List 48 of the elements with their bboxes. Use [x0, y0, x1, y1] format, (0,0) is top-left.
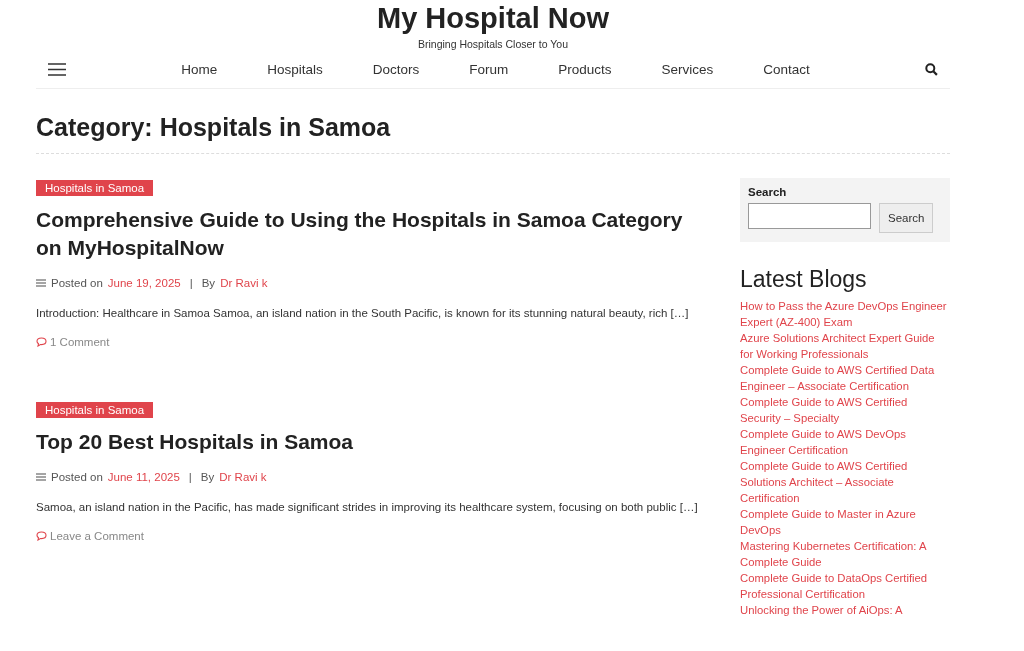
blog-link[interactable]: How to Pass the Azure DevOps Engineer Expert (AZ-400) Exam — [740, 298, 950, 330]
posted-label: Posted on — [51, 277, 103, 289]
nav-link[interactable]: Home — [156, 61, 243, 77]
nav-link[interactable]: Doctors — [347, 61, 445, 77]
search-field[interactable] — [748, 203, 871, 229]
blog-link[interactable]: Complete Guide to AWS DevOps Engineer Certification — [740, 426, 950, 458]
post-title[interactable]: Top 20 Best Hospitals in Samoa — [36, 428, 711, 456]
post-title[interactable]: Comprehensive Guide to Using the Hospitals in Samoa Category on MyHospitalNow — [36, 206, 711, 262]
search-label: Search — [748, 186, 788, 198]
post-date[interactable]: June 19, 2025 — [107, 277, 181, 289]
nav-link[interactable]: Services — [636, 61, 739, 77]
blog-link[interactable]: Complete Guide to AWS Certified Data Engineer – Associate Certification — [740, 362, 950, 394]
comment-icon — [36, 531, 47, 541]
nav-link[interactable]: Products — [533, 61, 637, 77]
nav-link[interactable]: Hospitals — [242, 61, 348, 77]
meta-separator: | — [189, 277, 193, 289]
post-excerpt: Samoa, an island nation in the Pacific, has made significant strides in improving its healthcare system, focusing on both public […] — [36, 500, 699, 515]
blog-link[interactable]: Complete Guide to AWS Certified Security – Specialty — [740, 394, 950, 426]
nav-link[interactable]: Contact — [738, 61, 835, 77]
posted-label: Posted on — [51, 471, 103, 483]
post-excerpt: Introduction: Healthcare in Samoa Samoa, an island nation in the South Pacific, is known for its stunning natural beauty, rich […] — [36, 306, 690, 321]
nav-link[interactable]: Forum — [444, 61, 534, 77]
post-date[interactable]: June 11, 2025 — [107, 471, 180, 483]
site-title[interactable]: My Hospital Now — [377, 2, 609, 34]
blog-link[interactable]: Mastering Kubernetes Certification: A Complete Guide — [740, 538, 950, 570]
widget-heading: Latest Blogs — [740, 266, 868, 293]
site-tagline: Bringing Hospitals Closer to You — [418, 38, 568, 50]
list-icon — [36, 279, 46, 287]
page-heading: Category: Hospitals in Samoa — [36, 113, 950, 154]
list-icon — [36, 473, 46, 481]
menu-icon[interactable] — [48, 62, 66, 76]
comments-link[interactable]: 1 Comment — [50, 336, 110, 348]
meta-separator: | — [188, 471, 192, 483]
blog-link[interactable]: Complete Guide to AWS Certified Solutions Architect – Associate Certification — [740, 458, 950, 506]
blog-link[interactable]: Complete Guide to Master in Azure DevOps — [740, 506, 950, 538]
blog-link[interactable]: Unlocking the Power of AiOps: A — [740, 602, 950, 618]
comments-link[interactable]: Leave a Comment — [50, 530, 144, 542]
author-link[interactable]: Dr Ravi k — [219, 471, 267, 483]
search-icon[interactable] — [925, 62, 938, 76]
by-label: By — [201, 277, 216, 289]
search-button[interactable]: Search — [879, 203, 934, 233]
comment-icon — [36, 337, 47, 347]
category-tag[interactable]: Hospitals in Samoa — [36, 402, 154, 418]
blog-link[interactable]: Azure Solutions Architect Expert Guide for Working Professionals — [740, 330, 950, 362]
blog-link[interactable]: Complete Guide to DataOps Certified Professional Certification — [740, 570, 950, 602]
category-tag[interactable]: Hospitals in Samoa — [36, 180, 154, 196]
by-label: By — [200, 471, 215, 483]
author-link[interactable]: Dr Ravi k — [220, 277, 268, 289]
